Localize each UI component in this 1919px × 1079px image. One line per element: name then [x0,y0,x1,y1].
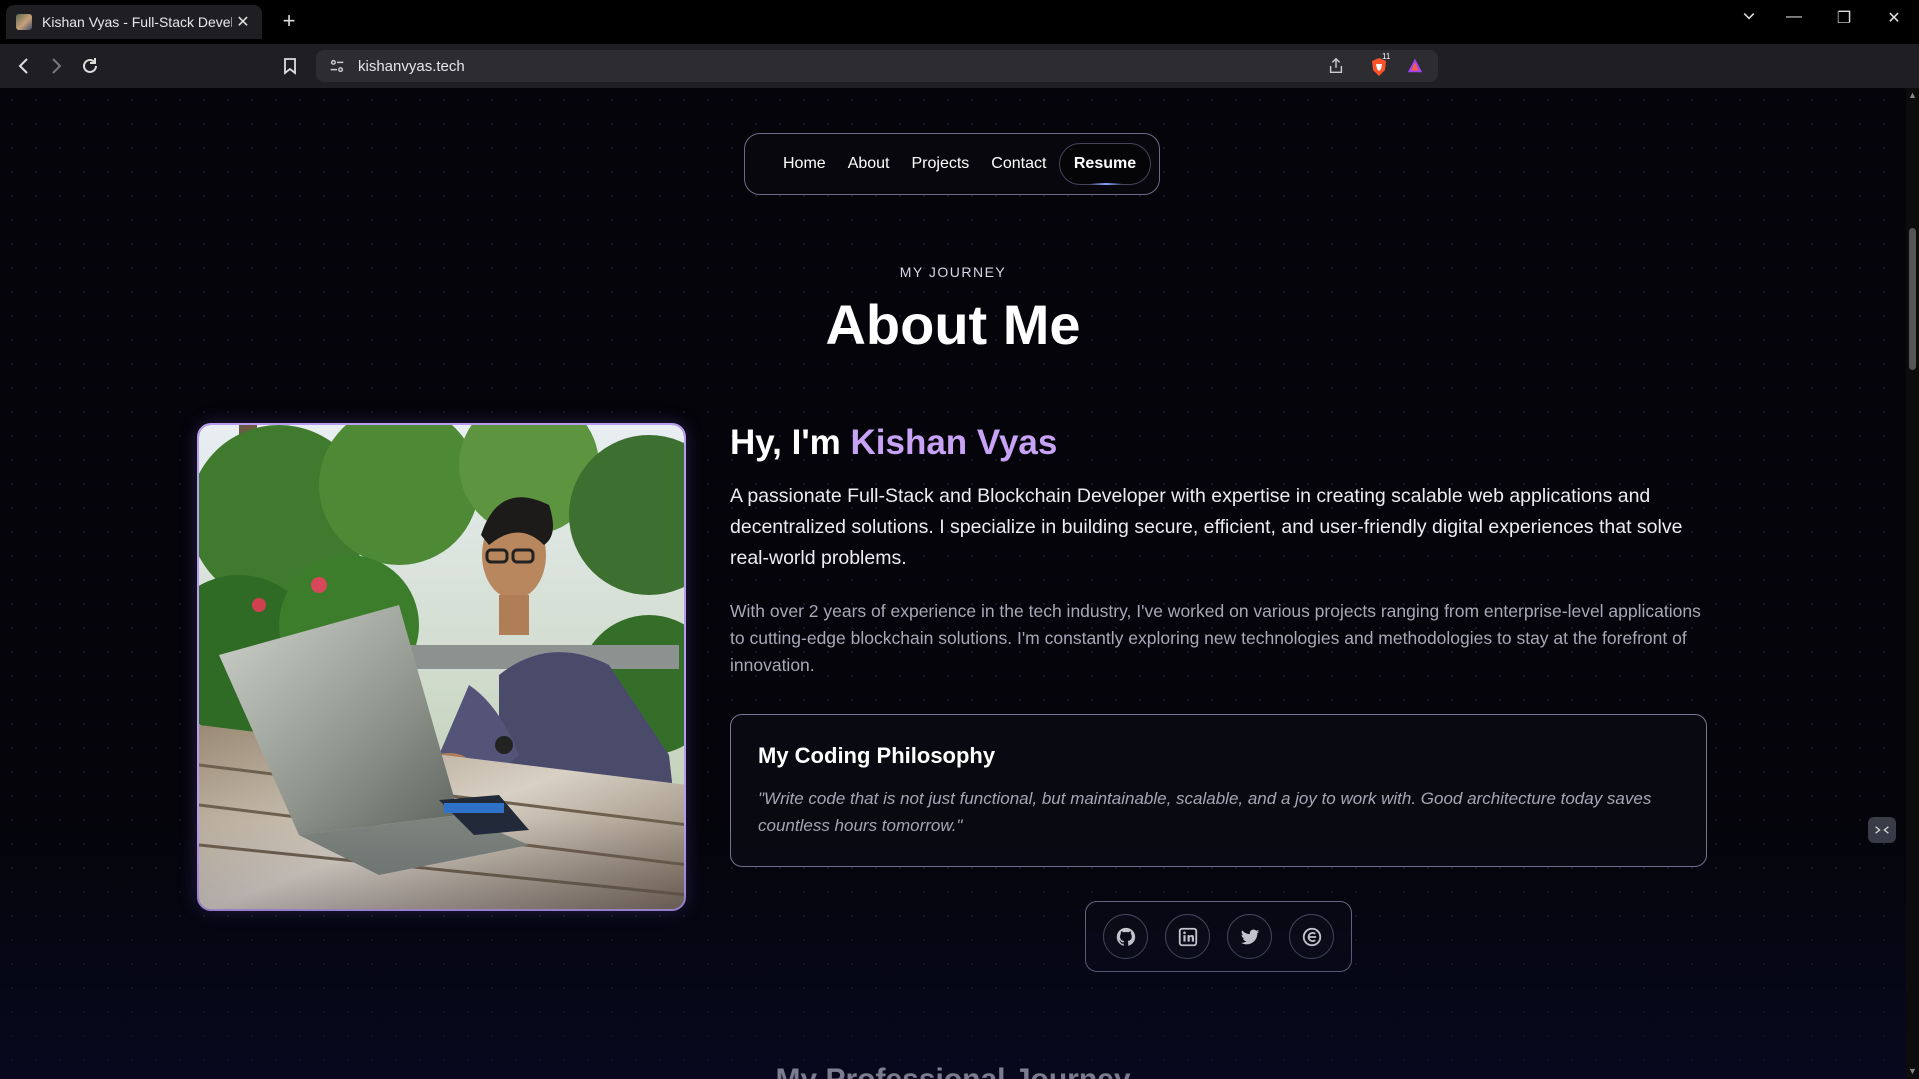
page-title: About Me [825,293,1081,356]
url-text: kishanvyas.tech [358,58,465,75]
github-icon [1115,926,1137,948]
twitter-link[interactable] [1227,914,1272,959]
bookmark-icon[interactable] [278,54,302,78]
nav-link-about[interactable]: About [848,155,890,173]
browser-tab[interactable]: Kishan Vyas - Full-Stack Developer ✕ [6,5,262,39]
tab-title: Kishan Vyas - Full-Stack Developer [42,14,232,30]
twitter-icon [1239,926,1261,948]
philosophy-quote: "Write code that is not just functional,… [758,789,1652,835]
new-tab-button[interactable]: + [276,8,302,34]
site-info-icon[interactable] [328,57,346,75]
scroll-down-arrow[interactable]: ▼ [1908,1067,1917,1076]
close-window-button[interactable]: ✕ [1879,8,1909,28]
dev-icon [1301,926,1323,948]
site-navigation: Home About Projects Contact Resume [744,133,1160,195]
reload-icon[interactable] [78,54,102,78]
floating-widget-button[interactable] [1868,817,1896,843]
tab-strip: Kishan Vyas - Full-Stack Developer ✕ + —… [0,0,1919,44]
dev-link[interactable] [1289,914,1334,959]
back-icon[interactable] [12,54,36,78]
section-eyebrow: MY JOURNEY [899,264,1007,280]
intro-paragraph: A passionate Full-Stack and Blockchain D… [730,485,1683,569]
philosophy-title: My Coding Philosophy [758,743,996,768]
forward-icon[interactable] [44,54,68,78]
tab-favicon [16,14,32,30]
linkedin-link[interactable] [1165,914,1210,959]
shields-badge: 11 [1382,52,1391,61]
nav-link-projects[interactable]: Projects [912,155,970,173]
experience-paragraph: With over 2 years of experience in the t… [730,601,1701,675]
highlighted-name: Kishan Vyas [850,423,1058,462]
close-tab-icon[interactable]: ✕ [234,12,252,32]
scroll-up-arrow[interactable]: ▲ [1908,91,1917,100]
nav-link-home[interactable]: Home [783,155,826,173]
greeting-text: Hy, I'm [730,423,851,462]
next-section-heading: My Professional Journey [0,1063,1906,1079]
minimize-button[interactable]: — [1779,8,1809,26]
tab-search-icon[interactable] [1734,8,1764,29]
social-links [1085,901,1352,972]
page-scrollbar[interactable]: ▲ ▼ [1906,88,1919,1079]
browser-toolbar: kishanvyas.tech 11 ⊞ LH 🦊 ◈ G [0,44,1919,121]
linkedin-icon [1177,926,1199,948]
github-link[interactable] [1103,914,1148,959]
share-icon[interactable] [1327,57,1347,77]
scroll-thumb[interactable] [1909,228,1916,370]
greeting-heading: Hy, I'm Kishan Vyas [730,423,1057,463]
profile-photo [197,423,686,911]
restore-button[interactable]: ❐ [1829,8,1859,28]
brave-rewards-icon[interactable] [1406,57,1426,77]
page-viewport: Home About Projects Contact Resume MY JO… [0,88,1906,1079]
nav-link-contact[interactable]: Contact [991,155,1046,173]
resume-button[interactable]: Resume [1059,143,1151,185]
address-bar[interactable]: kishanvyas.tech 11 [316,50,1438,82]
coding-philosophy-card: My Coding Philosophy "Write code that is… [730,714,1707,867]
